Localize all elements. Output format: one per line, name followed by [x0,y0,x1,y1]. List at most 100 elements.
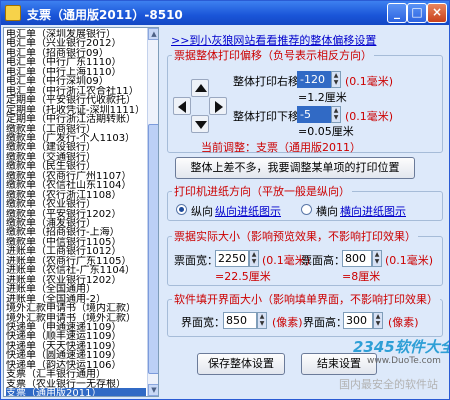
arrow-pad [173,79,227,133]
list-item[interactable]: 境外汇款申请书（境外汇款） [6,313,146,324]
list-item[interactable]: 电汇单（招商银行09） [6,48,146,59]
list-item[interactable]: 缴款单（农行浙江1108） [6,190,146,201]
down-offset-input[interactable]: -5 [297,106,331,123]
list-item[interactable]: 进账单（农信社-广东1104） [6,265,146,276]
list-item[interactable]: 缴款单（交通银行） [6,152,146,163]
paper-width-input[interactable]: 2250 [215,250,249,267]
list-item[interactable]: 快递单（顺丰速运1109） [6,331,146,342]
list-item[interactable]: 进账单（农业银行1202） [6,275,146,286]
list-item[interactable]: 缴款单（民生银行） [6,161,146,172]
paper-height-label: 票面高： [301,254,345,267]
landscape-diagram-link[interactable]: 横向进纸图示 [340,203,406,219]
landscape-label[interactable]: 横向 [316,203,338,219]
list-item[interactable]: 境外汇款申请书（境内汇款） [6,303,146,314]
ui-size-group-legend: 软件填开界面大小（影响填单界面，不影响打印效果） [174,293,438,306]
window-title: 支票（通用版2011）-8510 [27,8,183,22]
list-item[interactable]: 快递单（天天快递1109） [6,341,146,352]
watermark-url: www.DuoTe.com [367,356,441,366]
list-item[interactable]: 缴款单（中信银行1105） [6,237,146,248]
portrait-label[interactable]: 纵向 [191,203,213,219]
portrait-diagram-link[interactable]: 纵向进纸图示 [215,203,281,219]
arrow-up-icon [195,84,207,92]
list-item[interactable]: 电汇单（中行广东1110） [6,57,146,68]
paper-width-label: 票面宽： [174,254,218,267]
list-item[interactable]: 电汇单（中行上海1110） [6,67,146,78]
paper-height-cm: =8厘米 [342,270,381,283]
adjust-single-item-button[interactable]: 整体上差不多，我要调整某单项的打印位置 [175,157,415,179]
ui-width-label: 界面宽： [181,316,225,329]
right-offset-input[interactable]: -120 [297,71,331,88]
list-item[interactable]: 缴款单（广发行-个人1103） [6,133,146,144]
list-item[interactable]: 定期单（中行浙江活期转账） [6,114,146,125]
paper-height-input[interactable]: 800 [342,250,372,267]
list-scrollbar[interactable]: ▲ ▼ [147,28,158,396]
list-item[interactable]: 定期单（托收凭证-深圳1111） [6,105,146,116]
right-offset-unit: (0.1毫米) [345,75,394,88]
watermark-slogan: 国内最安全的软件站 [339,378,438,391]
list-item[interactable]: 缴款单（农信社山东1104） [6,180,146,191]
list-item[interactable]: 定期单（平安银行代收款托） [6,95,146,106]
ui-width-unit: (像素) [272,316,303,329]
arrow-down-icon [195,121,207,129]
list-item[interactable]: 缴款单（招商银行-上海） [6,227,146,238]
list-item[interactable]: 快递单（圆通速递1109） [6,350,146,361]
ui-height-unit: (像素) [388,316,419,329]
right-offset-spinner[interactable]: ▲ ▼ [331,71,341,88]
direction-group-legend: 打印机进纸方向（平放一般是纵向） [174,185,350,198]
right-offset-cm: =1.2厘米 [298,91,347,104]
move-down-button[interactable] [191,115,209,133]
list-item[interactable]: 缴款单（农商行广州1107） [6,171,146,182]
ui-height-label: 界面高： [303,316,347,329]
list-item[interactable]: 缴款单（建设银行） [6,142,146,153]
move-left-button[interactable] [173,97,191,115]
list-item[interactable]: 电汇单（中行浙江农合社11） [6,86,146,97]
list-item[interactable]: 缴款单（农业银行） [6,199,146,210]
list-item[interactable]: 快递单（韵达快运1106） [6,360,146,371]
minimize-button[interactable]: _ [387,3,407,23]
ui-width-input[interactable]: 850 [223,312,257,329]
maximize-button[interactable]: □ [407,3,427,23]
offset-group-legend: 票据整体打印偏移（负号表示相反方向） [174,49,372,62]
list-item[interactable]: 进账单（工商银行1012） [6,246,146,257]
list-item[interactable]: 电汇单（中行深圳09） [6,76,146,87]
template-list[interactable]: 支票（通用版2011） 支票（农业银行一无存根） 支票（汇丰银行通用） 快递单（韵达快… [3,27,159,397]
app-icon [5,5,21,21]
list-item[interactable]: 进账单（全国通用-2） [6,294,146,305]
scroll-up-icon[interactable]: ▲ [148,28,158,40]
move-right-button[interactable] [209,97,227,115]
move-up-button[interactable] [191,79,209,97]
size-group-legend: 票据实际大小（影响预览效果，不影响打印效果） [174,230,416,243]
down-offset-unit: (0.1毫米) [345,110,394,123]
ui-height-input[interactable]: 300 [343,312,373,329]
arrow-right-icon [215,101,223,113]
down-offset-spinner[interactable]: ▲ ▼ [331,106,341,123]
list-item[interactable]: 缴款单（平安银行1202） [6,209,146,220]
arrow-left-icon [178,101,186,113]
paper-width-spinner[interactable]: ▲ ▼ [249,250,259,267]
paper-height-spinner[interactable]: ▲ ▼ [372,250,382,267]
scroll-down-icon[interactable]: ▼ [148,384,158,396]
landscape-radio[interactable] [301,204,312,215]
watermark: 2345软件大全 www.DuoTe.com 国内最安全的软件站 [339,336,449,398]
paper-width-cm: =22.5厘米 [215,270,271,283]
list-item[interactable]: 支票（汇丰银行通用） [6,369,146,380]
close-button[interactable]: × [427,3,447,23]
title-bar[interactable]: 支票（通用版2011）-8510 _ □ × [1,1,449,25]
list-item[interactable]: 进账单（全国通用） [6,284,146,295]
list-item[interactable]: 缴款单（浦发银行） [6,218,146,229]
watermark-brand: 2345软件大全 [353,338,450,356]
scroll-thumb[interactable] [148,124,158,374]
main-window: 支票（通用版2011）-8510 _ □ × 支票（通用版2011） 支票（农业银… [0,0,450,400]
list-item[interactable]: 支票（农业银行一无存根） [6,379,146,390]
save-settings-button[interactable]: 保存整体设置 [197,353,285,375]
list-item[interactable]: 缴款单（工商银行） [6,124,146,135]
list-item[interactable]: 快递单（申通速递1109） [6,322,146,333]
list-item[interactable]: 进账单（农商行广东1105） [6,256,146,267]
ui-width-spinner[interactable]: ▲ ▼ [257,312,267,329]
recommended-offset-link[interactable]: >>到小灰狼网站看看推荐的整体偏移设置 [171,32,376,48]
list-item[interactable]: 电汇单（深圳发展银行） [6,29,146,40]
ui-height-spinner[interactable]: ▲ ▼ [373,312,383,329]
down-offset-cm: =0.05厘米 [298,125,354,138]
list-item[interactable]: 电汇单（兴业银行2012） [6,38,146,49]
portrait-radio[interactable] [176,204,187,215]
